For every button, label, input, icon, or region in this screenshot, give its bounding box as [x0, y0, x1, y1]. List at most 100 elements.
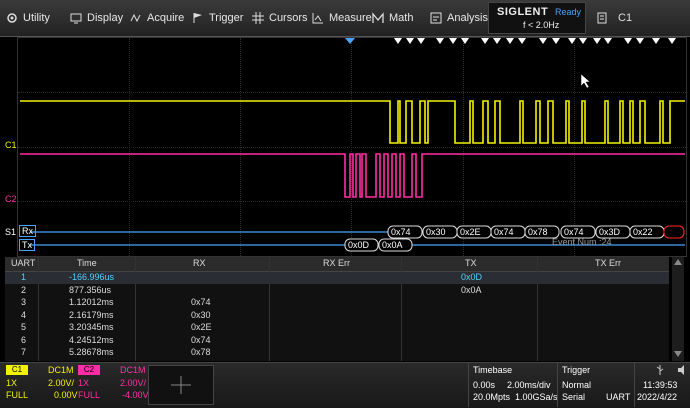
table-row[interactable]: 1 -166.996us 0x0D: [5, 272, 669, 284]
ch1-tag: C1: [6, 365, 28, 375]
clock-time: 11:39:53: [643, 380, 678, 390]
measure-icon: [312, 13, 323, 24]
cell-time: 877.356us: [69, 284, 112, 295]
cell-rx: 0x74: [191, 297, 211, 307]
ch2-marker[interactable]: C2: [5, 194, 17, 204]
menu-cursors-label: Cursors: [269, 12, 308, 24]
clock-panel: 11:39:53 2022/4/22: [634, 362, 690, 407]
cell-uart: 1: [21, 272, 27, 282]
trigger-source-indicator[interactable]: C1: [596, 0, 632, 36]
timebase-panel[interactable]: Timebase 0.00s 2.00ms/div 20.0Mpts 1.00G…: [468, 362, 558, 407]
ch1-coupling: DC1M: [48, 365, 74, 375]
ch2-bandwidth: FULL: [78, 390, 101, 400]
trigger-source-label: C1: [618, 12, 633, 24]
col-time: Time: [77, 258, 97, 268]
scroll-down-icon[interactable]: [674, 351, 682, 357]
ch2-scale: 2.00V/: [120, 378, 147, 388]
cell-uart: 2: [21, 284, 27, 295]
cell-time: 5.28678ms: [69, 347, 114, 357]
ch2-coupling: DC1M: [120, 365, 146, 375]
trigger-mode: Normal: [562, 380, 592, 390]
menu-utility[interactable]: Utility: [6, 0, 50, 36]
add-channel-button[interactable]: [148, 365, 214, 405]
cell-uart: 7: [21, 347, 27, 357]
timebase-title: Timebase: [473, 365, 513, 375]
ch1-info-box[interactable]: C1 DC1M 1X 2.00V/ FULL 0.00V: [6, 365, 78, 403]
cell-uart: 4: [21, 309, 27, 320]
table-scrollbar[interactable]: [672, 257, 684, 361]
menu-trigger[interactable]: Trigger: [192, 0, 243, 36]
cell-time: 3.20345ms: [69, 322, 114, 332]
cell-tx: 0x0A: [461, 284, 482, 295]
table-row[interactable]: 2 877.356us 0x0A: [5, 285, 669, 297]
status-panel: SIGLENT Ready f < 2.0Hz: [488, 2, 586, 34]
ch2-tag: C2: [78, 365, 100, 375]
table-row[interactable]: 4 2.16179ms 0x30: [5, 310, 669, 322]
menu-analysis[interactable]: Analysis: [430, 0, 488, 36]
waveform-grid[interactable]: [17, 37, 687, 257]
document-icon: [597, 12, 607, 24]
plus-icon: [171, 376, 191, 394]
cell-tx: 0x0D: [461, 272, 483, 282]
display-icon: [70, 13, 82, 24]
ch2-offset: -4.00V: [122, 390, 149, 400]
tx-marker[interactable]: Tx: [19, 239, 35, 251]
col-rx: RX: [193, 258, 206, 268]
col-tx-err: TX Err: [595, 258, 621, 268]
event-number: Event Num :24: [552, 237, 612, 247]
cell-time: 4.24512ms: [69, 334, 114, 345]
s1-marker[interactable]: S1: [5, 227, 16, 237]
menu-acquire[interactable]: Acquire: [130, 0, 184, 36]
brand-logo: SIGLENT: [497, 6, 549, 18]
col-uart: UART: [11, 258, 36, 268]
utility-icon: [7, 13, 17, 23]
table-row[interactable]: 6 4.24512ms 0x74: [5, 335, 669, 347]
trigger-type: Serial: [562, 392, 586, 402]
trigger-title: Trigger: [562, 365, 591, 375]
menu-analysis-label: Analysis: [447, 12, 488, 24]
speaker-icon: [678, 365, 684, 375]
cell-rx: 0x74: [191, 334, 211, 345]
trigger-flag-icon: [193, 13, 202, 23]
menu-display[interactable]: Display: [70, 0, 123, 36]
ch2-info-box[interactable]: C2 DC1M 1X 2.00V/ FULL -4.00V: [78, 365, 149, 403]
acquire-icon: [130, 13, 141, 23]
sample-rate: 1.00GSa/s: [515, 392, 558, 402]
scroll-up-icon[interactable]: [674, 259, 682, 265]
ch1-offset: 0.00V: [54, 390, 78, 400]
table-row[interactable]: 3 1.12012ms 0x74: [5, 297, 669, 309]
cell-rx: 0x2E: [191, 322, 212, 332]
cell-uart: 6: [21, 334, 27, 345]
menu-math-label: Math: [389, 12, 414, 24]
cell-uart: 5: [21, 322, 27, 332]
trigger-source: UART: [606, 392, 631, 402]
trigger-panel[interactable]: Trigger Normal Serial UART: [557, 362, 634, 407]
memory-depth: 20.0Mpts: [473, 392, 511, 402]
menu-math[interactable]: Math: [372, 0, 413, 36]
decode-table[interactable]: UART Time RX RX Err TX TX Err 1 -166.996u…: [5, 257, 669, 361]
ch1-scale: 2.00V/: [48, 378, 75, 388]
trigger-frequency: f < 2.0Hz: [523, 20, 560, 30]
ch1-probe: 1X: [6, 378, 18, 388]
cell-uart: 3: [21, 297, 27, 307]
analysis-icon: [430, 12, 442, 24]
col-rx-err: RX Err: [323, 258, 350, 268]
usb-icon: [656, 365, 664, 375]
menu-cursors[interactable]: Cursors: [252, 0, 308, 36]
menu-acquire-label: Acquire: [147, 12, 185, 24]
ch1-marker[interactable]: C1: [5, 140, 17, 150]
cell-time: 2.16179ms: [69, 309, 114, 320]
col-tx: TX: [465, 258, 477, 268]
menu-measure-label: Measure: [329, 12, 372, 24]
math-icon: [372, 12, 384, 23]
table-row[interactable]: 7 5.28678ms 0x78: [5, 347, 669, 359]
cursors-icon: [252, 12, 264, 24]
ch2-probe: 1X: [78, 378, 90, 388]
rx-marker[interactable]: Rx: [19, 225, 36, 237]
timebase-scale: 2.00ms/div: [507, 380, 551, 390]
acquisition-status: Ready: [555, 7, 582, 17]
cell-rx: 0x78: [191, 347, 211, 357]
menu-measure[interactable]: Measure: [312, 0, 372, 36]
table-row[interactable]: 5 3.20345ms 0x2E: [5, 322, 669, 334]
menu-display-label: Display: [87, 12, 124, 24]
